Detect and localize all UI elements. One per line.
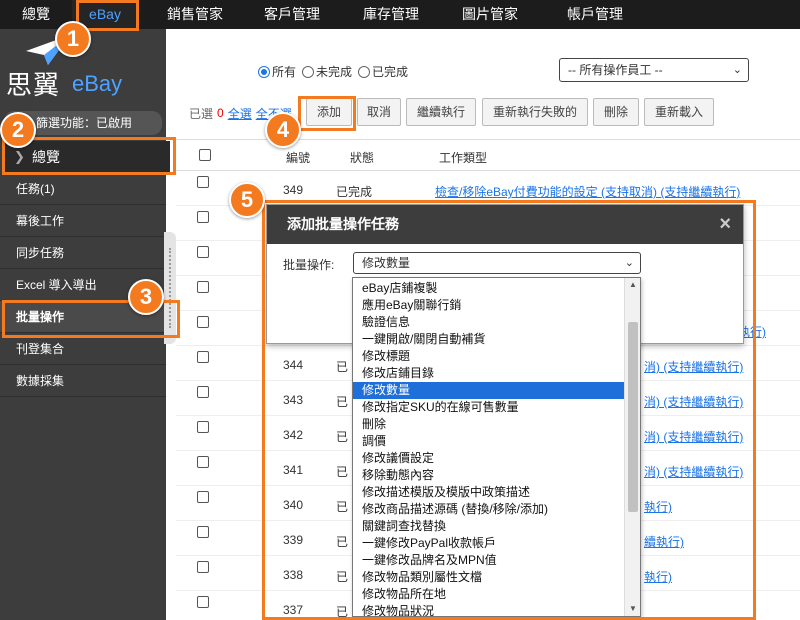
bulk-operation-label: 批量操作: bbox=[283, 258, 335, 272]
option-item[interactable]: 一鍵修改品牌名及MPN值 bbox=[353, 552, 625, 569]
step-badge-4: 4 bbox=[265, 112, 301, 148]
nav-account-management[interactable]: 帳戶管理 bbox=[530, 0, 660, 29]
sidebar-item-tasks[interactable]: 任務(1) bbox=[0, 173, 166, 205]
option-item[interactable]: 修改物品狀況 bbox=[353, 603, 625, 616]
option-item[interactable]: 調價 bbox=[353, 433, 625, 450]
sidebar-item-listing-collections[interactable]: 刊登集合 bbox=[0, 333, 166, 365]
radio-unchecked-icon bbox=[302, 65, 315, 78]
row-checkbox[interactable] bbox=[197, 176, 209, 188]
cancel-button[interactable]: 取消 bbox=[357, 98, 401, 126]
row-checkbox[interactable] bbox=[197, 386, 209, 398]
continue-button[interactable]: 繼續執行 bbox=[406, 98, 476, 126]
radio-incomplete[interactable]: 未完成 bbox=[302, 63, 352, 80]
options-list: eBay店鋪複製 應用eBay關聯行銷 驗證信息 一鍵開啟/關閉自動補貨 修改標… bbox=[353, 280, 625, 616]
step-badge-2: 2 bbox=[0, 112, 36, 148]
radio-complete[interactable]: 已完成 bbox=[358, 63, 408, 80]
job-link[interactable]: 消) (支持繼續執行) bbox=[644, 428, 743, 445]
row-checkbox[interactable] bbox=[197, 316, 209, 328]
option-item[interactable]: 應用eBay關聯行銷 bbox=[353, 297, 625, 314]
top-navigation: 總覽 eBay 銷售管家 客戶管理 庫存管理 圖片管家 帳戶管理 bbox=[0, 0, 800, 29]
option-item[interactable]: eBay店鋪複製 bbox=[353, 280, 625, 297]
add-button[interactable]: 添加 bbox=[306, 98, 352, 126]
select-all-link[interactable]: 全選 bbox=[228, 105, 252, 122]
row-checkbox[interactable] bbox=[197, 561, 209, 573]
logo-ebay-text: eBay bbox=[72, 71, 123, 96]
nav-image-manager[interactable]: 圖片管家 bbox=[450, 0, 530, 29]
option-item[interactable]: 修改標題 bbox=[353, 348, 625, 365]
column-number: 編號 bbox=[286, 151, 311, 165]
row-checkbox[interactable] bbox=[197, 491, 209, 503]
table-header: 編號 狀態 工作類型 bbox=[176, 139, 800, 171]
job-link[interactable]: 執行) bbox=[644, 498, 672, 515]
dialog-header: 添加批量操作任務 × bbox=[267, 205, 743, 244]
bulk-operation-options: eBay店鋪複製 應用eBay關聯行銷 驗證信息 一鍵開啟/關閉自動補貨 修改標… bbox=[352, 277, 641, 617]
chevron-down-icon: ⌄ bbox=[732, 64, 742, 76]
option-item[interactable]: 修改議價設定 bbox=[353, 450, 625, 467]
reload-button[interactable]: 重新載入 bbox=[644, 98, 714, 126]
sidebar-item-sync-tasks[interactable]: 同步任務 bbox=[0, 237, 166, 269]
radio-all[interactable]: 所有 bbox=[258, 63, 296, 80]
radio-unchecked-icon bbox=[358, 65, 371, 78]
row-checkbox[interactable] bbox=[197, 421, 209, 433]
sidebar-item-overview[interactable]: ❯ 總覽 bbox=[4, 141, 170, 173]
option-item[interactable]: 修改店鋪目錄 bbox=[353, 365, 625, 382]
status-filter: 所有 未完成 已完成 bbox=[258, 63, 408, 80]
sidebar-item-data-collection[interactable]: 數據採集 bbox=[0, 365, 166, 397]
option-item[interactable]: 修改指定SKU的在線可售數量 bbox=[353, 399, 625, 416]
scrollbar-thumb[interactable] bbox=[628, 322, 638, 512]
job-link[interactable]: 執行) bbox=[644, 568, 672, 585]
option-item-selected[interactable]: 修改數量 bbox=[353, 382, 625, 399]
row-checkbox[interactable] bbox=[197, 351, 209, 363]
options-scrollbar[interactable]: ▲ ▼ bbox=[624, 278, 640, 616]
step-badge-3: 3 bbox=[128, 279, 164, 315]
staff-select[interactable]: -- 所有操作員工 -- ⌄ bbox=[559, 58, 749, 82]
option-item[interactable]: 修改描述模版及模版中政策描述 bbox=[353, 484, 625, 501]
option-item[interactable]: 修改物品所在地 bbox=[353, 586, 625, 603]
chevron-down-icon: ⌄ bbox=[624, 257, 634, 269]
job-link[interactable]: 續執行) bbox=[644, 533, 684, 550]
option-item[interactable]: 驗證信息 bbox=[353, 314, 625, 331]
retry-failed-button[interactable]: 重新執行失敗的 bbox=[482, 98, 588, 126]
logo-text: 思翼 bbox=[6, 71, 61, 101]
option-item[interactable]: 一鍵開啟/關閉自動補貨 bbox=[353, 331, 625, 348]
sidebar-item-background-jobs[interactable]: 幕後工作 bbox=[0, 205, 166, 237]
nav-customer-management[interactable]: 客戶管理 bbox=[252, 0, 332, 29]
row-checkbox[interactable] bbox=[197, 526, 209, 538]
option-item[interactable]: 刪除 bbox=[353, 416, 625, 433]
sidebar-item-label: 總覽 bbox=[32, 149, 60, 165]
select-all-checkbox[interactable] bbox=[199, 149, 211, 161]
row-checkbox[interactable] bbox=[197, 596, 209, 608]
selected-count: 0 bbox=[217, 106, 224, 120]
scroll-down-icon[interactable]: ▼ bbox=[625, 602, 640, 616]
column-job-type: 工作類型 bbox=[439, 151, 488, 165]
row-checkbox[interactable] bbox=[197, 211, 209, 223]
option-item[interactable]: 修改物品類別屬性文檔 bbox=[353, 569, 625, 586]
job-link[interactable]: 消) (支持繼續執行) bbox=[644, 463, 743, 480]
step-badge-1: 1 bbox=[55, 21, 91, 57]
table-row: 349 已完成 檢查/移除eBay付費功能的設定 (支持取消) (支持繼續執行) bbox=[176, 171, 800, 206]
radio-checked-icon bbox=[258, 65, 270, 78]
step-badge-5: 5 bbox=[229, 182, 265, 218]
row-checkbox[interactable] bbox=[197, 281, 209, 293]
option-item[interactable]: 一鍵修改PayPal收款帳戶 bbox=[353, 535, 625, 552]
option-item[interactable]: 關鍵詞查找替換 bbox=[353, 518, 625, 535]
close-icon[interactable]: × bbox=[719, 205, 731, 244]
row-checkbox[interactable] bbox=[197, 456, 209, 468]
delete-button[interactable]: 刪除 bbox=[593, 98, 639, 126]
sidebar-collapse-handle[interactable] bbox=[164, 232, 176, 344]
selected-label: 已選 bbox=[189, 106, 214, 121]
dialog-title: 添加批量操作任務 bbox=[287, 216, 399, 232]
bulk-operation-select[interactable]: 修改數量 ⌄ bbox=[353, 252, 641, 274]
nav-sales-manager[interactable]: 銷售管家 bbox=[138, 0, 252, 29]
job-link[interactable]: 消) (支持繼續執行) bbox=[644, 358, 743, 375]
scroll-up-icon[interactable]: ▲ bbox=[625, 278, 640, 292]
row-checkbox[interactable] bbox=[197, 246, 209, 258]
option-item[interactable]: 移除動態內容 bbox=[353, 467, 625, 484]
job-link[interactable]: 檢查/移除eBay付費功能的設定 (支持取消) (支持繼續執行) bbox=[435, 183, 740, 200]
nav-inventory-management[interactable]: 庫存管理 bbox=[332, 0, 450, 29]
column-status: 狀態 bbox=[350, 151, 375, 165]
option-item[interactable]: 修改商品描述源碼 (替換/移除/添加) bbox=[353, 501, 625, 518]
job-link[interactable]: 消) (支持繼續執行) bbox=[644, 393, 743, 410]
